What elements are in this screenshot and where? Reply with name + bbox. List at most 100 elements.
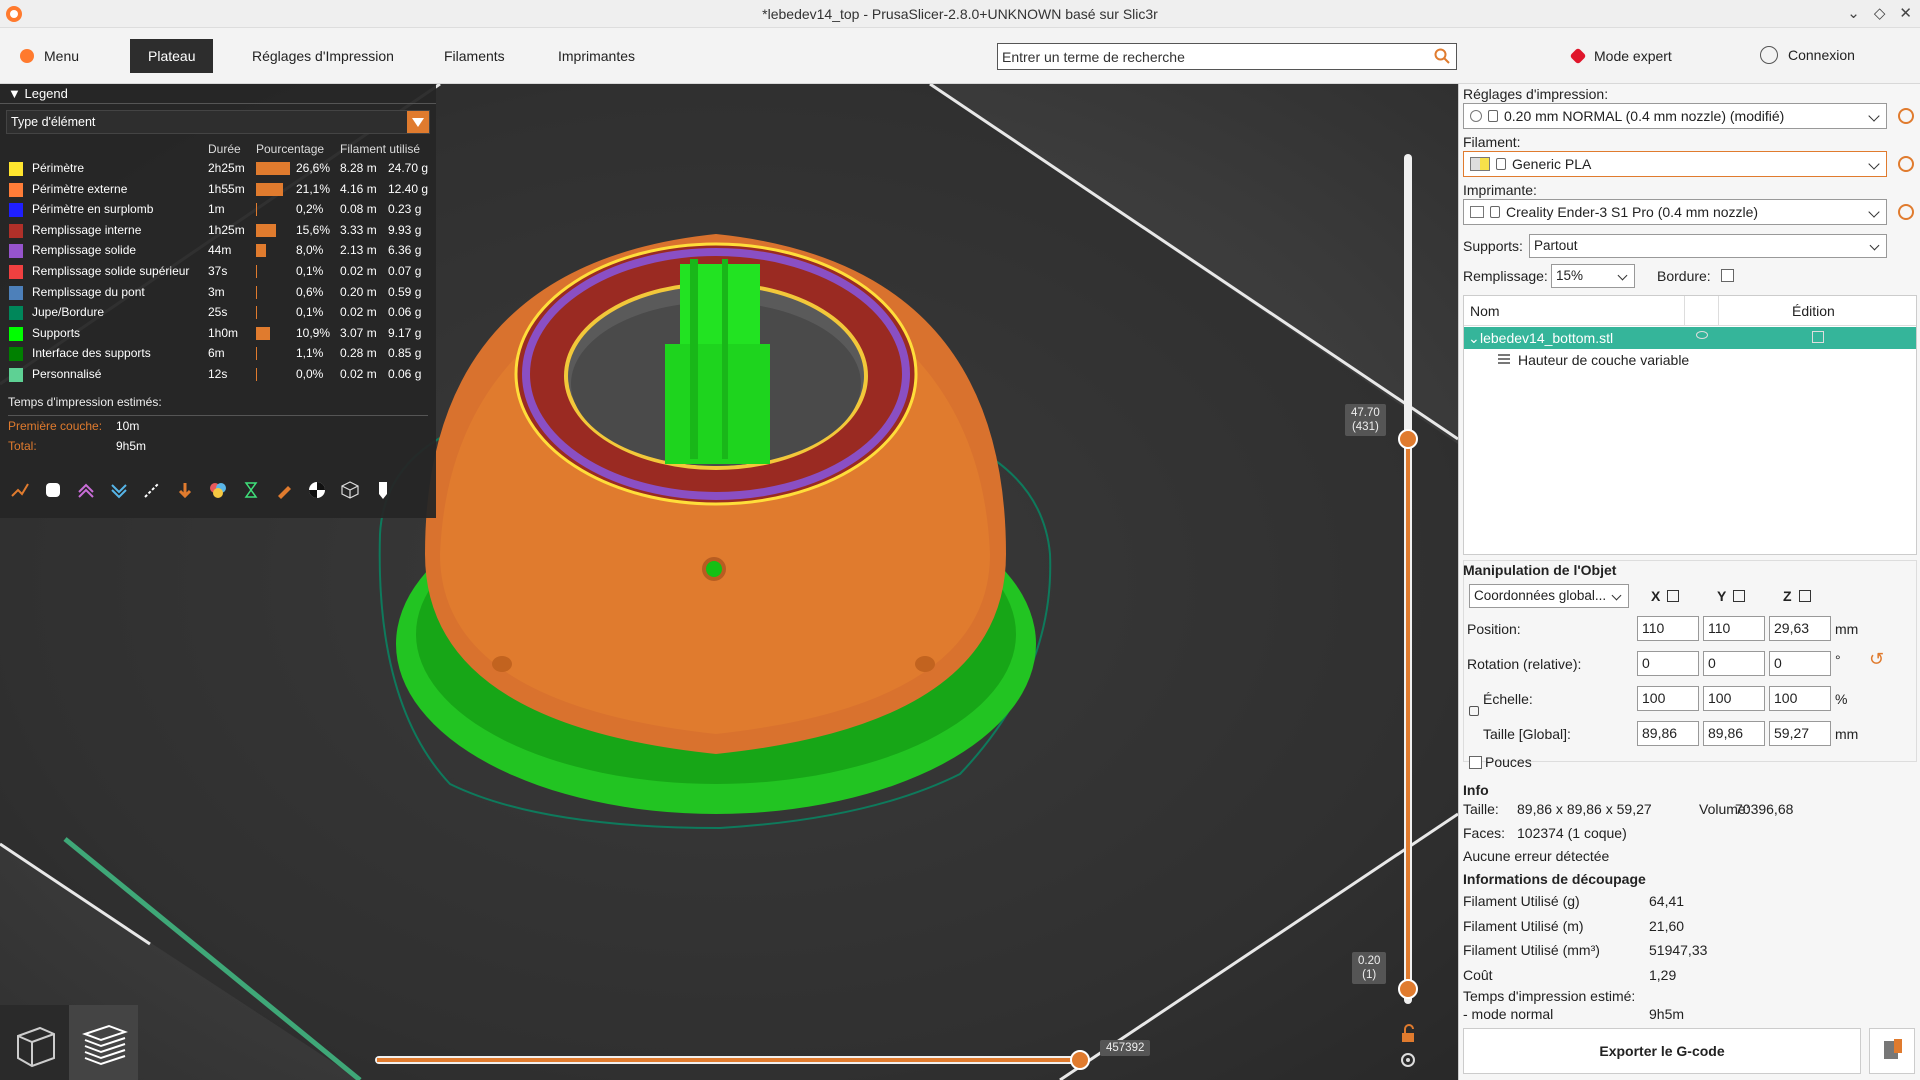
unlock-icon[interactable] [1398, 1024, 1418, 1044]
legend-item-length: 0.08 m [340, 202, 377, 217]
legend-item-length: 0.28 m [340, 346, 377, 361]
rotation-x-input[interactable]: 0 [1637, 651, 1699, 676]
tool-marker-icon[interactable] [371, 478, 395, 502]
legend-item-weight: 6.36 g [388, 243, 422, 258]
scale-x-input[interactable]: 100 [1637, 686, 1699, 711]
deretractions-icon[interactable] [107, 478, 131, 502]
3d-viewport[interactable]: ▼ Legend Type d'élément Durée Pourcentag… [0, 84, 1458, 1080]
legend-row[interactable]: Remplissage du pont 3m 0,6% 0.20 m 0.59 g [0, 282, 436, 303]
legend-row[interactable]: Jupe/Bordure 25s 0,1% 0.02 m 0.06 g [0, 302, 436, 323]
legend-row[interactable]: Supports 1h0m 10,9% 3.07 m 9.17 g [0, 323, 436, 344]
export-gcode-button[interactable]: Exporter le G-code [1463, 1028, 1861, 1074]
position-x-input[interactable]: 110 [1637, 616, 1699, 641]
expand-chevron-icon[interactable]: ⌄ [1468, 330, 1480, 347]
scale-unit: % [1835, 691, 1848, 707]
maximize-icon[interactable]: ◇ [1874, 4, 1886, 22]
legend-color-swatch [9, 182, 23, 197]
legend-item-percent: 1,1% [296, 346, 324, 361]
legend-row[interactable]: Remplissage solide supérieur 37s 0,1% 0.02 … [0, 261, 436, 282]
minimize-icon[interactable]: ⌄ [1847, 4, 1860, 22]
dropdown-arrow-icon[interactable] [407, 111, 429, 133]
shells-icon[interactable] [338, 478, 362, 502]
drop-to-bed-x-icon[interactable] [1667, 590, 1679, 602]
lower-layer-height: 0.20 [1358, 955, 1381, 967]
scale-lock-icon[interactable] [1469, 706, 1479, 716]
inches-label: Pouces [1485, 754, 1532, 770]
printer-select[interactable]: Creality Ender-3 S1 Pro (0.4 mm nozzle) [1463, 199, 1887, 225]
wipe-icon[interactable] [41, 478, 65, 502]
legend-row[interactable]: Périmètre en surplomb 1m 0,2% 0.08 m 0.23 g [0, 199, 436, 220]
object-list: Nom Édition ⌄ lebedev14_bottom.stl Haute… [1463, 295, 1917, 555]
infill-select[interactable]: 15% [1551, 264, 1635, 288]
printer-gear-icon[interactable] [1898, 204, 1914, 220]
tool-changes-icon[interactable] [173, 478, 197, 502]
print-settings-gear-icon[interactable] [1898, 108, 1914, 124]
eye-icon[interactable] [1696, 331, 1708, 339]
coordinates-select[interactable]: Coordonnées global... [1469, 584, 1629, 608]
print-profile-select[interactable]: 0.20 mm NORMAL (0.4 mm nozzle) (modifié) [1463, 103, 1887, 129]
size-x-input[interactable]: 89,86 [1637, 721, 1699, 746]
legend-item-length: 0.02 m [340, 263, 377, 278]
pause-prints-icon[interactable] [239, 478, 263, 502]
login-button[interactable]: Connexion [1760, 46, 1855, 64]
legend-color-swatch [9, 223, 23, 238]
custom-gcode-icon[interactable] [272, 478, 296, 502]
variable-layer-row[interactable]: Hauteur de couche variable [1498, 352, 1689, 368]
layer-slider-lower-handle[interactable] [1398, 979, 1418, 999]
inches-checkbox[interactable] [1469, 756, 1482, 769]
drop-to-bed-z-icon[interactable] [1799, 590, 1811, 602]
tab-filaments[interactable]: Filaments [426, 39, 523, 73]
move-slider-value: 457392 [1100, 1040, 1151, 1056]
travel-icon[interactable] [8, 478, 32, 502]
color-changes-icon[interactable] [206, 478, 230, 502]
scale-z-input[interactable]: 100 [1769, 686, 1831, 711]
move-slider-handle[interactable] [1070, 1050, 1090, 1070]
tab-printers[interactable]: Imprimantes [540, 39, 653, 73]
legend-row[interactable]: Périmètre 2h25m 26,6% 8.28 m 24.70 g [0, 158, 436, 179]
settings-cog-icon[interactable] [1398, 1050, 1418, 1070]
infill-label: Remplissage: [1463, 268, 1548, 284]
3d-view-button[interactable] [0, 1005, 69, 1080]
position-z-input[interactable]: 29,63 [1769, 616, 1831, 641]
expert-mode-icon [1569, 47, 1587, 65]
edit-icon[interactable] [1812, 331, 1824, 343]
legend-item-name: Personnalisé [32, 366, 102, 381]
brim-checkbox[interactable] [1721, 269, 1734, 282]
search-input[interactable]: Entrer un terme de recherche [997, 43, 1457, 70]
object-row[interactable]: ⌄ lebedev14_bottom.stl [1464, 327, 1916, 349]
chevron-down-icon [1617, 270, 1628, 281]
center-of-gravity-icon[interactable] [305, 478, 329, 502]
tab-print-settings[interactable]: Réglages d'Impression [234, 39, 412, 73]
reset-rotation-icon[interactable]: ↺ [1869, 649, 1884, 670]
position-y-input[interactable]: 110 [1703, 616, 1765, 641]
printer-icon [1470, 206, 1484, 218]
legend-row[interactable]: Remplissage solide 44m 8,0% 2.13 m 6.36 g [0, 240, 436, 261]
supports-select[interactable]: Partout [1529, 234, 1887, 258]
menu-button[interactable]: Menu [20, 39, 79, 73]
legend-row[interactable]: Personnalisé 12s 0,0% 0.02 m 0.06 g [0, 364, 436, 385]
first-layer-label: Première couche: [8, 419, 103, 433]
seams-icon[interactable] [140, 478, 164, 502]
rotation-z-input[interactable]: 0 [1769, 651, 1831, 676]
close-icon[interactable]: ✕ [1899, 4, 1912, 22]
mode-expert-button[interactable]: Mode expert [1569, 47, 1672, 65]
search-icon[interactable] [1434, 48, 1450, 64]
rotation-y-input[interactable]: 0 [1703, 651, 1765, 676]
legend-row[interactable]: Remplissage interne 1h25m 15,6% 3.33 m 9.93 … [0, 220, 436, 241]
legend-header[interactable]: ▼ Legend [0, 84, 436, 104]
layers-icon [81, 1024, 128, 1065]
legend-row[interactable]: Interface des supports 6m 1,1% 0.28 m 0.85 g [0, 343, 436, 364]
tab-plateau[interactable]: Plateau [130, 39, 214, 73]
drop-to-bed-y-icon[interactable] [1733, 590, 1745, 602]
size-y-input[interactable]: 89,86 [1703, 721, 1765, 746]
filament-select[interactable]: Generic PLA [1463, 151, 1887, 177]
preview-button[interactable] [69, 1005, 138, 1080]
view-type-select[interactable]: Type d'élément [6, 110, 430, 134]
send-to-printer-button[interactable] [1869, 1028, 1915, 1074]
filament-gear-icon[interactable] [1898, 156, 1914, 172]
retractions-icon[interactable] [74, 478, 98, 502]
layer-slider-upper-handle[interactable] [1398, 429, 1418, 449]
scale-y-input[interactable]: 100 [1703, 686, 1765, 711]
size-z-input[interactable]: 59,27 [1769, 721, 1831, 746]
legend-row[interactable]: Périmètre externe 1h55m 21,1% 4.16 m 12.40 g [0, 179, 436, 200]
